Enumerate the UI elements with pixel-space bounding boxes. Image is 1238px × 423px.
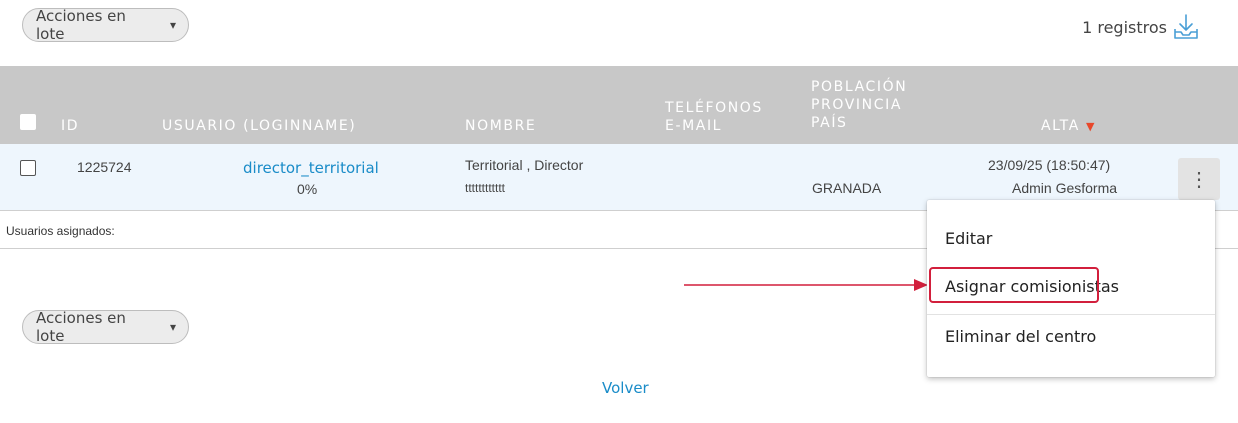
header-province: PROVINCIA	[811, 97, 903, 113]
batch-actions-label-bottom: Acciones en lote	[36, 309, 126, 345]
select-all-checkbox[interactable]	[20, 114, 36, 130]
menu-item-remove-from-center[interactable]: Eliminar del centro	[945, 327, 1096, 346]
records-count-label: 1 registros	[1082, 17, 1167, 37]
highlight-box	[929, 267, 1099, 303]
back-link[interactable]: Volver	[602, 379, 649, 397]
header-name[interactable]: NOMBRE	[465, 117, 536, 135]
row-name: Territorial , Director	[465, 157, 584, 173]
chevron-down-icon: ▾	[169, 18, 176, 32]
batch-actions-label: Acciones en lote	[36, 7, 126, 43]
sort-desc-icon: ▼	[1085, 120, 1095, 133]
menu-item-edit[interactable]: Editar	[945, 229, 992, 248]
header-country: PAÍS	[811, 115, 848, 131]
row-percent: 0%	[297, 181, 318, 197]
header-alta[interactable]: ALTA ▼	[1041, 117, 1094, 136]
header-id[interactable]: ID	[61, 117, 79, 135]
download-icon[interactable]	[1171, 12, 1201, 42]
row-alta-date: 23/09/25 (18:50:47)	[988, 157, 1111, 173]
header-location[interactable]: POBLACIÓN PROVINCIA PAÍS	[811, 78, 907, 132]
menu-divider	[927, 314, 1215, 315]
header-phones-email[interactable]: TELÉFONOS E-MAIL	[665, 99, 763, 135]
header-population: POBLACIÓN	[811, 79, 908, 95]
header-user[interactable]: USUARIO (LOGINNAME)	[162, 117, 356, 135]
batch-actions-select[interactable]: Acciones en lote ▾	[22, 7, 189, 43]
row-login-link[interactable]: director_territorial	[243, 158, 379, 178]
row-id: 1225724	[77, 159, 132, 175]
row-checkbox[interactable]	[20, 160, 36, 176]
annotation-arrow	[684, 279, 928, 291]
assigned-users-label: Usuarios asignados:	[6, 224, 115, 238]
header-alta-label: ALTA	[1041, 118, 1080, 134]
header-phones: TELÉFONOS	[665, 100, 763, 116]
chevron-down-icon: ▾	[169, 320, 176, 334]
header-email: E-MAIL	[665, 118, 723, 134]
table-header: ID USUARIO (LOGINNAME) NOMBRE TELÉFONOS …	[0, 66, 1238, 144]
row-alta-by: Admin Gesforma	[1012, 180, 1118, 196]
row-location: GRANADA	[812, 180, 882, 196]
row-name-sub: tttttttttttt	[465, 181, 506, 195]
row-actions-kebab-icon[interactable]: ⋮	[1178, 158, 1220, 200]
records-count: 1 registros	[1082, 12, 1201, 42]
batch-actions-select-bottom[interactable]: Acciones en lote ▾	[22, 309, 189, 345]
